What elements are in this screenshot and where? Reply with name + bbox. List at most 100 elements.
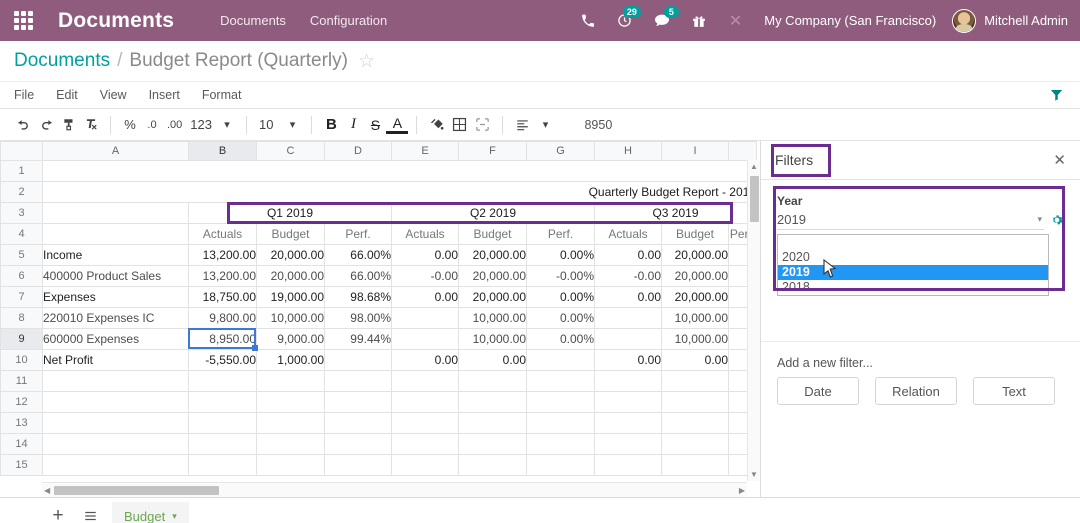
add-relation-filter-button[interactable]: Relation: [875, 377, 957, 405]
cell-I10[interactable]: 0.00: [662, 350, 729, 371]
scroll-left-arrow-icon[interactable]: ◀: [44, 483, 50, 497]
row-header-15[interactable]: 15: [1, 455, 43, 476]
cell-H6[interactable]: -0.00: [595, 266, 662, 287]
cell-H14[interactable]: [595, 434, 662, 455]
cell-D9[interactable]: 99.44%: [325, 329, 392, 350]
cell-C5[interactable]: 20,000.00: [257, 245, 325, 266]
sheet-tab-budget[interactable]: Budget ▾: [112, 502, 189, 523]
cell-H10[interactable]: 0.00: [595, 350, 662, 371]
row-label-expenses-ic[interactable]: 220010 Expenses IC: [43, 308, 189, 329]
cell-C10[interactable]: 1,000.00: [257, 350, 325, 371]
increase-decimal-button[interactable]: .00: [163, 113, 186, 137]
subheader-3[interactable]: Actuals: [392, 224, 459, 245]
cell-E7[interactable]: 0.00: [392, 287, 459, 308]
add-text-filter-button[interactable]: Text: [973, 377, 1055, 405]
cell-A15[interactable]: [43, 455, 189, 476]
paint-format-icon[interactable]: [58, 113, 80, 137]
title-band-top[interactable]: [43, 161, 757, 182]
close-icon[interactable]: ✕: [717, 11, 754, 31]
cell-B13[interactable]: [189, 413, 257, 434]
cell-A11[interactable]: [43, 371, 189, 392]
decrease-decimal-button[interactable]: .0: [141, 113, 163, 137]
row-label-expenses[interactable]: Expenses: [43, 287, 189, 308]
cell-D11[interactable]: [325, 371, 392, 392]
cell-F15[interactable]: [459, 455, 527, 476]
cell-E8[interactable]: [392, 308, 459, 329]
subheader-2[interactable]: Perf.: [325, 224, 392, 245]
cell-E14[interactable]: [392, 434, 459, 455]
cell-H11[interactable]: [595, 371, 662, 392]
italic-button[interactable]: I: [342, 113, 364, 137]
redo-icon[interactable]: [35, 113, 58, 137]
fill-color-icon[interactable]: [425, 113, 448, 137]
cell-B8[interactable]: 9,800.00: [189, 308, 257, 329]
cell-E10[interactable]: 0.00: [392, 350, 459, 371]
column-header-A[interactable]: A: [43, 142, 189, 161]
align-left-icon[interactable]: [511, 113, 534, 137]
cell-H7[interactable]: 0.00: [595, 287, 662, 308]
corner-cell[interactable]: [1, 142, 43, 161]
cell-I9[interactable]: 10,000.00: [662, 329, 729, 350]
row-label-net-profit[interactable]: Net Profit: [43, 350, 189, 371]
row-header-13[interactable]: 13: [1, 413, 43, 434]
cell-G12[interactable]: [527, 392, 595, 413]
cell-B6[interactable]: 13,200.00: [189, 266, 257, 287]
cell-C9[interactable]: 9,000.00: [257, 329, 325, 350]
cell-E9[interactable]: [392, 329, 459, 350]
row-label-income[interactable]: Income: [43, 245, 189, 266]
cell-C15[interactable]: [257, 455, 325, 476]
cell-F11[interactable]: [459, 371, 527, 392]
cell-A14[interactable]: [43, 434, 189, 455]
vertical-scroll-thumb[interactable]: [750, 176, 759, 222]
formula-value[interactable]: 8950: [584, 118, 612, 132]
cell-I13[interactable]: [662, 413, 729, 434]
cell-A4[interactable]: [43, 224, 189, 245]
cell-E11[interactable]: [392, 371, 459, 392]
menu-file[interactable]: File: [14, 88, 34, 102]
close-icon[interactable]: ✕: [1053, 151, 1066, 169]
cell-E12[interactable]: [392, 392, 459, 413]
cell-B14[interactable]: [189, 434, 257, 455]
cell-C7[interactable]: 19,000.00: [257, 287, 325, 308]
text-color-button[interactable]: A: [386, 115, 408, 134]
cell-B9[interactable]: 8,950.00: [189, 329, 257, 350]
menu-insert[interactable]: Insert: [149, 88, 180, 102]
avatar[interactable]: [952, 9, 976, 33]
phone-icon[interactable]: [570, 0, 606, 41]
subheader-4[interactable]: Budget: [459, 224, 527, 245]
cell-D5[interactable]: 66.00%: [325, 245, 392, 266]
scroll-down-arrow-icon[interactable]: ▼: [748, 468, 760, 481]
add-date-filter-button[interactable]: Date: [777, 377, 859, 405]
clear-format-icon[interactable]: [80, 113, 102, 137]
company-selector[interactable]: My Company (San Francisco): [754, 13, 946, 28]
undo-icon[interactable]: [12, 113, 35, 137]
year-option-2019[interactable]: 2019: [778, 265, 1048, 280]
strikethrough-button[interactable]: S: [364, 113, 386, 137]
cell-G9[interactable]: 0.00%: [527, 329, 595, 350]
row-header-1[interactable]: 1: [1, 161, 43, 182]
row-header-4[interactable]: 4: [1, 224, 43, 245]
cell-H5[interactable]: 0.00: [595, 245, 662, 266]
cell-D8[interactable]: 98.00%: [325, 308, 392, 329]
cell-G6[interactable]: -0.00%: [527, 266, 595, 287]
column-header-E[interactable]: E: [392, 142, 459, 161]
subheader-1[interactable]: Budget: [257, 224, 325, 245]
cell-D15[interactable]: [325, 455, 392, 476]
cell-F14[interactable]: [459, 434, 527, 455]
font-size-selector[interactable]: 10 ▾: [255, 113, 303, 137]
cell-G13[interactable]: [527, 413, 595, 434]
user-menu[interactable]: Mitchell Admin: [976, 13, 1068, 28]
cell-B10[interactable]: -5,550.00: [189, 350, 257, 371]
bold-button[interactable]: B: [320, 113, 342, 137]
nav-link-configuration[interactable]: Configuration: [310, 13, 387, 28]
cell-G10[interactable]: [527, 350, 595, 371]
scroll-up-arrow-icon[interactable]: ▲: [748, 160, 760, 173]
cell-A12[interactable]: [43, 392, 189, 413]
cell-A13[interactable]: [43, 413, 189, 434]
row-header-2[interactable]: 2: [1, 182, 43, 203]
cell-H15[interactable]: [595, 455, 662, 476]
merge-cells-icon[interactable]: [471, 113, 494, 137]
cell-C12[interactable]: [257, 392, 325, 413]
row-header-3[interactable]: 3: [1, 203, 43, 224]
cell-G11[interactable]: [527, 371, 595, 392]
